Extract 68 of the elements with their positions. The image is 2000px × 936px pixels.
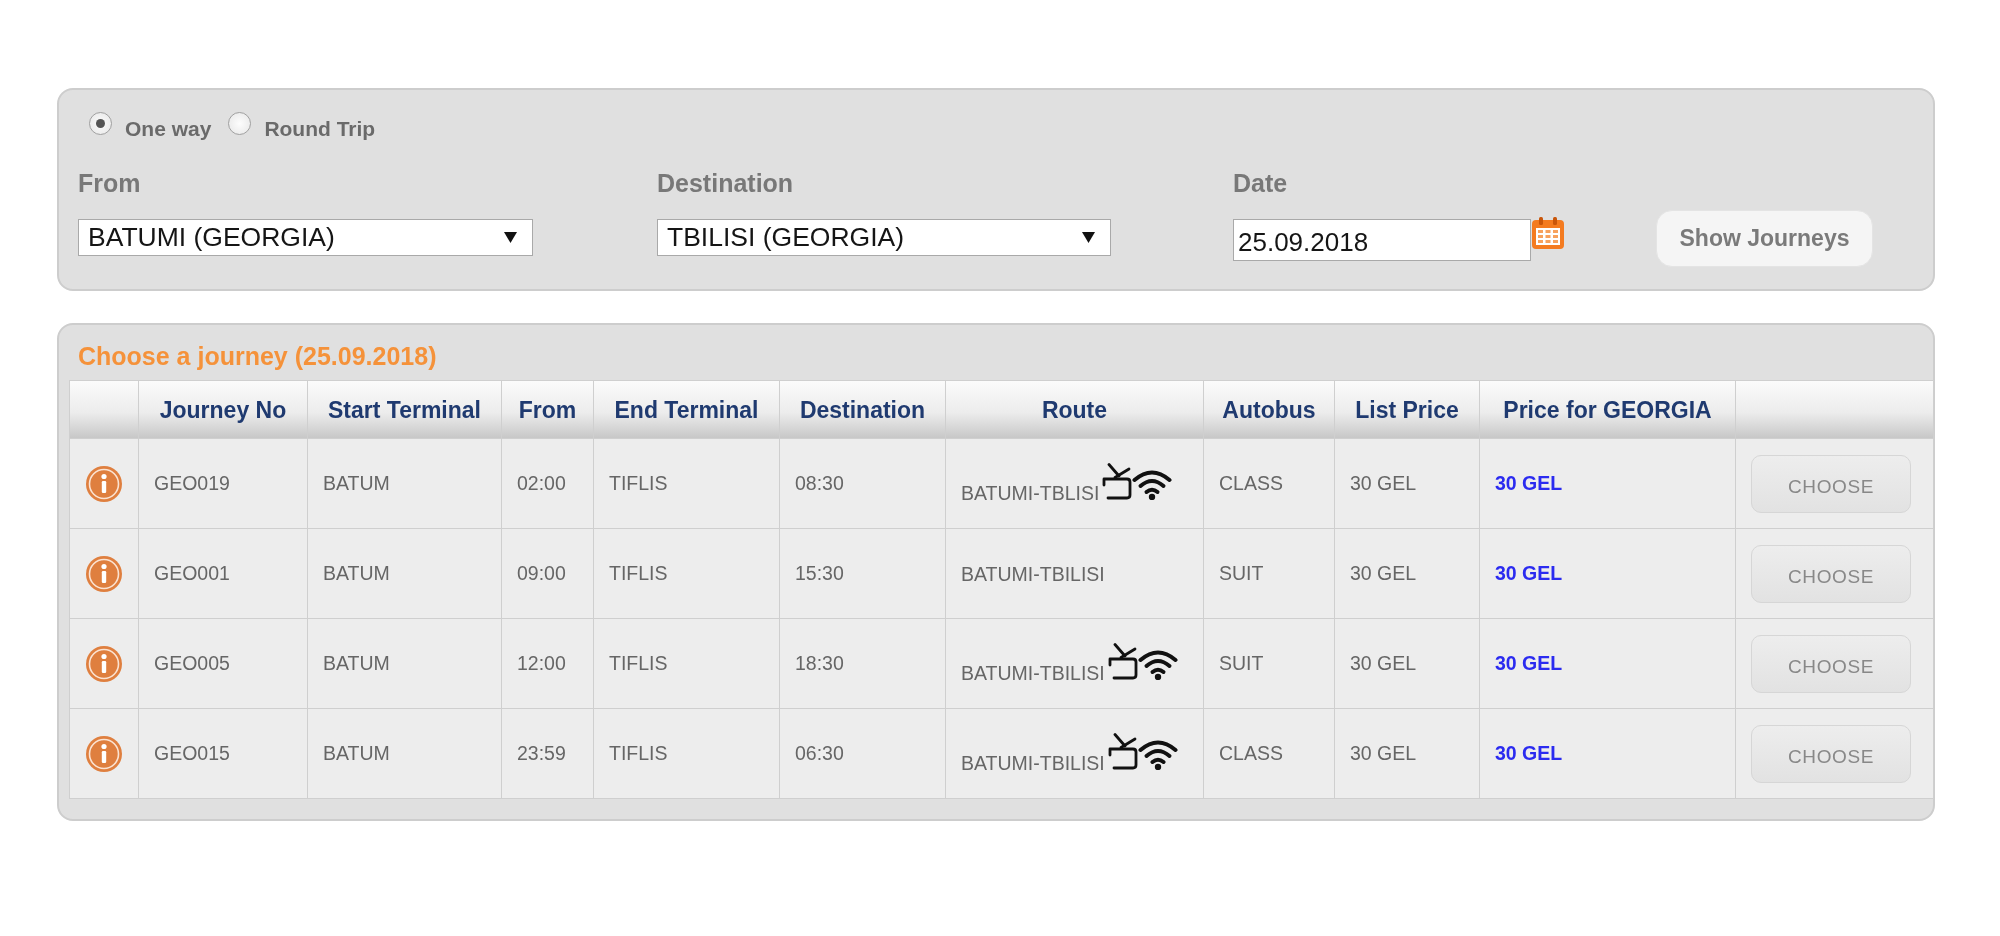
table-cell: SUIT: [1203, 618, 1335, 709]
price-cell: 30 GEL: [1479, 438, 1736, 529]
choose-button[interactable]: CHOOSE: [1751, 634, 1911, 693]
price-cell: 30 GEL: [1479, 528, 1736, 619]
table-cell: BATUM: [307, 618, 502, 709]
table-cell: 30 GEL: [1334, 618, 1480, 709]
destination-select[interactable]: TBILISI (GEORGIA): [657, 219, 1111, 256]
info-icon[interactable]: [86, 555, 122, 592]
route-text: BATUMI-TBLISI: [961, 480, 1100, 505]
from-select[interactable]: BATUMI (GEORGIA): [78, 219, 533, 256]
table-cell: TIFLIS: [593, 708, 780, 799]
date-field[interactable]: 25.09.2018: [1233, 219, 1531, 261]
column-header: Route: [945, 380, 1204, 439]
route-text: BATUMI-TBILISI: [961, 561, 1105, 586]
table-cell: SUIT: [1203, 528, 1335, 619]
radio-button[interactable]: [228, 111, 252, 135]
show-journeys-button[interactable]: Show Journeys: [1656, 210, 1873, 267]
column-header: List Price: [1334, 380, 1480, 439]
table-cell: GEO005: [138, 618, 308, 709]
choose-button[interactable]: CHOOSE: [1751, 724, 1911, 783]
table-cell: GEO015: [138, 708, 308, 799]
table-cell: BATUM: [307, 438, 502, 529]
info-icon[interactable]: [86, 645, 122, 682]
choose-button[interactable]: CHOOSE: [1751, 454, 1911, 513]
table-cell: 08:30: [779, 438, 946, 529]
field-label: Date: [1233, 168, 1288, 198]
route-text: BATUMI-TBILISI: [961, 750, 1105, 775]
table-cell: 30 GEL: [1334, 708, 1480, 799]
info-icon[interactable]: [86, 735, 122, 772]
table-cell: 09:00: [501, 528, 594, 619]
table-cell: GEO001: [138, 528, 308, 619]
calendar-icon[interactable]: [1532, 217, 1564, 249]
column-header: Destination: [779, 380, 946, 439]
table-cell: GEO019: [138, 438, 308, 529]
radio-button[interactable]: [89, 111, 112, 135]
price-cell: 30 GEL: [1479, 618, 1736, 709]
price-cell: 30 GEL: [1479, 708, 1736, 799]
column-header: From: [501, 380, 594, 439]
table-cell: 30 GEL: [1334, 528, 1480, 619]
route-text: BATUMI-TBILISI: [961, 660, 1105, 685]
table-cell: TIFLIS: [593, 618, 780, 709]
column-header: Price for GEORGIA: [1479, 380, 1736, 439]
column-header: Journey No: [138, 380, 308, 439]
column-header: Autobus: [1203, 380, 1335, 439]
table-cell: 30 GEL: [1334, 438, 1480, 529]
field-label: From: [78, 168, 141, 198]
table-cell: 18:30: [779, 618, 946, 709]
table-cell: CLASS: [1203, 708, 1335, 799]
column-header: Start Terminal: [307, 380, 502, 439]
caret-icon: [1082, 232, 1095, 243]
table-cell: TIFLIS: [593, 528, 780, 619]
radio-label[interactable]: Round Trip: [264, 110, 376, 142]
radio-label[interactable]: One way: [125, 110, 212, 142]
table-cell: 02:00: [501, 438, 594, 529]
table-cell: CLASS: [1203, 438, 1335, 529]
field-label: Destination: [657, 168, 794, 198]
column-header: End Terminal: [593, 380, 780, 439]
info-icon[interactable]: [86, 465, 122, 502]
table-cell: TIFLIS: [593, 438, 780, 529]
table-cell: BATUM: [307, 528, 502, 619]
caret-icon: [504, 232, 517, 243]
table-cell: 23:59: [501, 708, 594, 799]
results-title: Choose a journey (25.09.2018): [78, 341, 437, 371]
table-cell: 12:00: [501, 618, 594, 709]
choose-button[interactable]: CHOOSE: [1751, 544, 1911, 603]
table-cell: 15:30: [779, 528, 946, 619]
table-cell: BATUM: [307, 708, 502, 799]
table-cell: 06:30: [779, 708, 946, 799]
